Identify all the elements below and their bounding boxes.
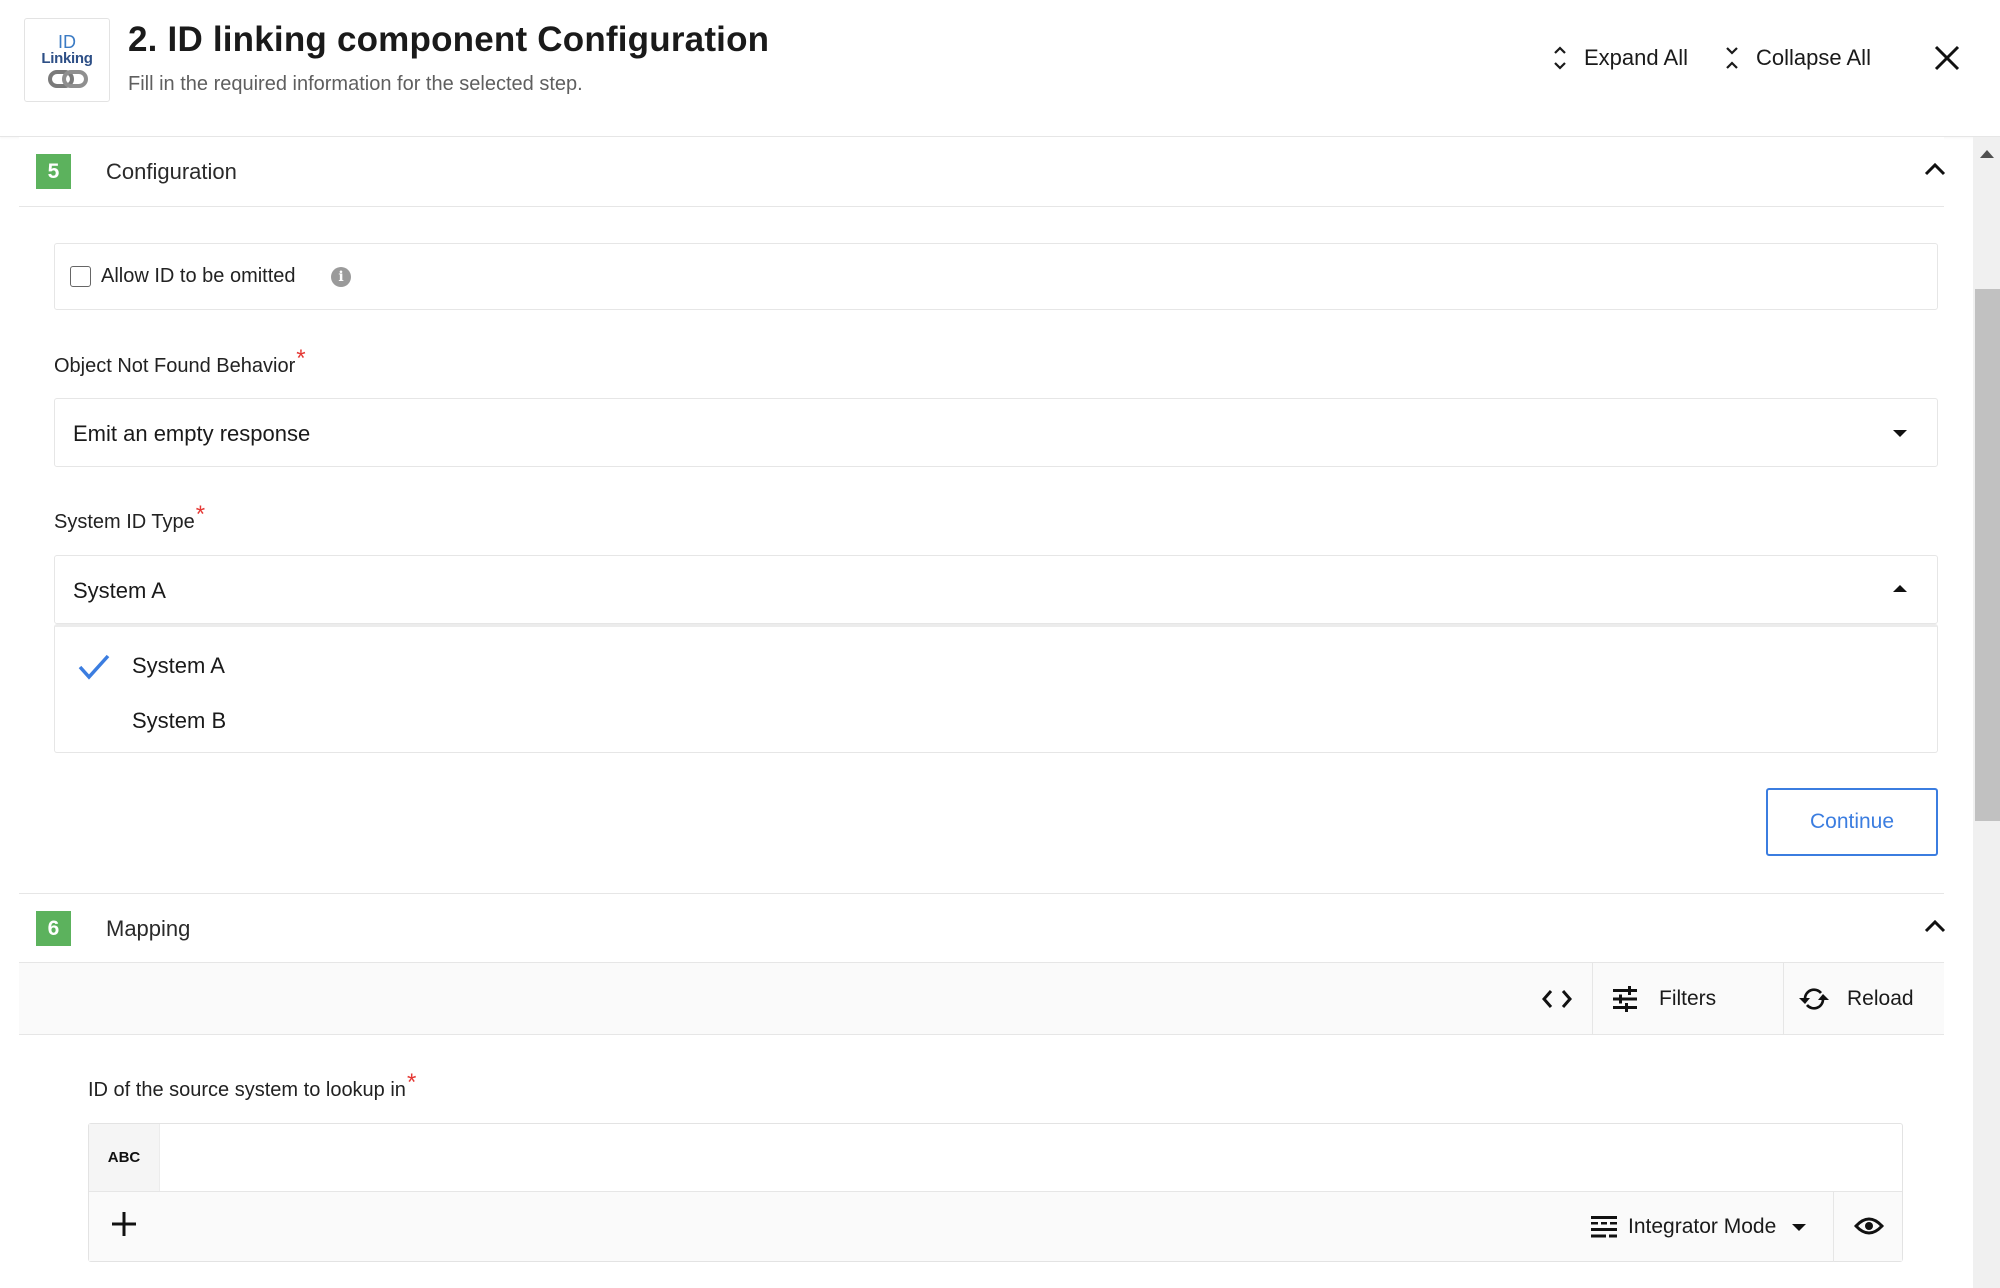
- object-not-found-label: Object Not Found Behavior*: [54, 345, 306, 379]
- required-asterisk: *: [296, 345, 306, 372]
- allow-id-omitted-checkbox[interactable]: [70, 266, 91, 287]
- integrator-mode-label: Integrator Mode: [1628, 1215, 1777, 1238]
- option-label: System B: [132, 708, 227, 733]
- info-icon[interactable]: i: [331, 267, 351, 287]
- system-id-type-select[interactable]: System A: [54, 555, 1938, 624]
- unfold-more-icon: [1554, 46, 1566, 70]
- expression-input[interactable]: [160, 1124, 1902, 1191]
- source-system-id-label-text: ID of the source system to lookup in: [88, 1079, 406, 1101]
- system-id-type-label: System ID Type*: [54, 501, 205, 535]
- expand-all-label: Expand All: [1584, 45, 1688, 70]
- continue-button[interactable]: Continue: [1766, 788, 1938, 856]
- modal-header: ID Linking 2. ID linking component Confi…: [0, 0, 2000, 137]
- page-title: 2. ID linking component Configuration: [128, 20, 770, 59]
- chevron-up-icon[interactable]: [1924, 918, 1946, 934]
- mapping-section-header[interactable]: 6 Mapping: [19, 893, 1946, 963]
- scroll-up-arrow-icon[interactable]: [1980, 150, 1994, 158]
- caret-down-icon: [1893, 430, 1907, 437]
- section-title: Mapping: [106, 916, 191, 941]
- logo-text-id: ID: [58, 32, 76, 52]
- source-system-id-input: ABC Integrator Mode: [88, 1123, 1903, 1262]
- tune-icon: [1613, 985, 1637, 1012]
- unfold-less-icon: [1726, 47, 1738, 69]
- sync-icon: [1799, 987, 1829, 1010]
- required-asterisk: *: [195, 501, 206, 528]
- object-not-found-label-text: Object Not Found Behavior: [54, 355, 296, 377]
- reload-button[interactable]: Reload: [1799, 963, 1914, 1034]
- filters-button[interactable]: Filters: [1611, 963, 1716, 1034]
- eye-icon[interactable]: [1854, 1214, 1884, 1238]
- string-type-tag: ABC: [89, 1124, 160, 1191]
- selected-value: Emit an empty response: [73, 421, 311, 446]
- system-id-type-label-text: System ID Type: [54, 511, 195, 533]
- toolbar-divider: [1783, 963, 1784, 1034]
- chevron-up-icon[interactable]: [1924, 161, 1946, 177]
- collapse-all-label: Collapse All: [1756, 45, 1871, 70]
- code-view-button[interactable]: [1541, 963, 1573, 1034]
- input-footer: Integrator Mode: [89, 1191, 1902, 1262]
- mapping-toolbar: Filters Reload: [19, 963, 1944, 1035]
- footer-divider: [1833, 1192, 1834, 1262]
- expand-all-button[interactable]: Expand All: [1552, 42, 1688, 74]
- scrollbar-thumb[interactable]: [1975, 289, 2000, 821]
- mode-lines-icon: [1591, 1216, 1617, 1238]
- caret-up-icon: [1893, 585, 1907, 592]
- allow-id-omitted-label[interactable]: Allow ID to be omitted: [101, 265, 296, 288]
- caret-down-icon: [1792, 1223, 1807, 1231]
- option-system-b[interactable]: System B: [55, 694, 1937, 748]
- selected-value: System A: [73, 578, 166, 603]
- required-asterisk: *: [406, 1069, 417, 1096]
- toolbar-divider: [1592, 963, 1593, 1034]
- collapse-all-button[interactable]: Collapse All: [1724, 42, 1871, 74]
- filters-label: Filters: [1659, 986, 1717, 1010]
- section-title: Configuration: [106, 159, 237, 184]
- configuration-section-header[interactable]: 5 Configuration: [19, 137, 1946, 207]
- code-icon: [1542, 989, 1572, 1008]
- logo-text-linking: Linking: [41, 50, 93, 67]
- source-system-id-label: ID of the source system to lookup in*: [88, 1069, 416, 1103]
- checkmark-icon: [78, 654, 110, 680]
- close-icon[interactable]: [1932, 43, 1962, 73]
- chain-link-icon: [48, 70, 88, 88]
- integrator-mode-dropdown[interactable]: Integrator Mode: [1590, 1192, 1807, 1262]
- step-badge: 6: [36, 911, 71, 946]
- system-id-type-options: System A System B: [54, 624, 1938, 753]
- component-logo: ID Linking: [24, 18, 110, 102]
- allow-id-omitted-field: Allow ID to be omitted i: [54, 243, 1938, 310]
- plus-icon[interactable]: [111, 1211, 137, 1237]
- object-not-found-select[interactable]: Emit an empty response: [54, 398, 1938, 467]
- reload-label: Reload: [1847, 986, 1914, 1010]
- option-system-a[interactable]: System A: [55, 639, 1937, 693]
- step-badge: 5: [36, 154, 71, 189]
- option-label: System A: [132, 653, 225, 678]
- page-subtitle: Fill in the required information for the…: [128, 73, 583, 95]
